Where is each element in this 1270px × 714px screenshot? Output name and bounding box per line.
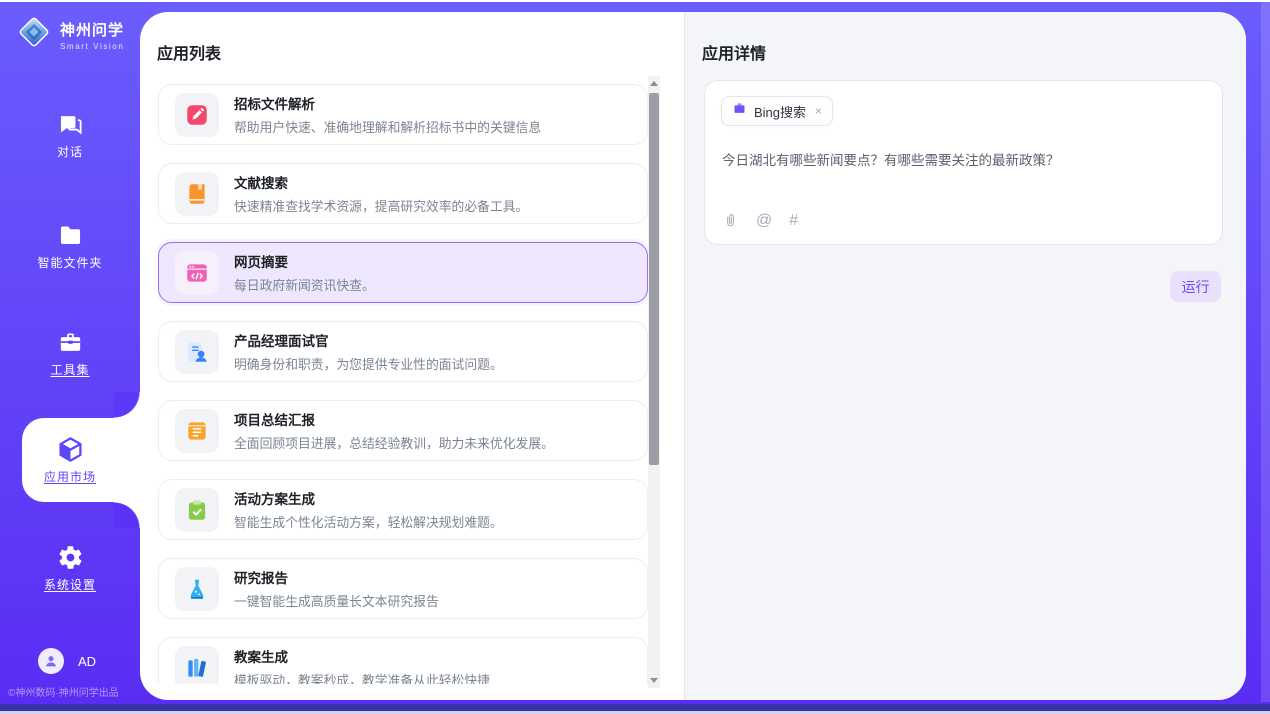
app-list-pane: 应用列表 招标文件解析帮助用户快速、准确地理解和解析招标书中的关键信息文献搜索快… xyxy=(140,12,684,700)
app-item-description: 帮助用户快速、准确地理解和解析招标书中的关键信息 xyxy=(234,117,541,136)
tool-chip-label: Bing搜索 xyxy=(754,102,806,121)
app-list-item[interactable]: 教案生成模板驱动，教案秒成，教学准备从此轻松快捷 xyxy=(158,637,648,684)
app-list-item[interactable]: 研究报告一键智能生成高质量长文本研究报告 xyxy=(158,558,648,619)
query-text[interactable]: 今日湖北有哪些新闻要点？有哪些需要关注的最新政策？ xyxy=(722,151,1202,171)
app-item-description: 全面回顾项目进展，总结经验教训，助力未来优化发展。 xyxy=(234,433,554,452)
app-item-description: 一键智能生成高质量长文本研究报告 xyxy=(234,591,439,610)
sidebar: 神州问学 Smart Vision 对话智能文件夹工具集应用市场系统设置 AD … xyxy=(0,0,140,714)
sidebar-item-tools[interactable]: 工具集 xyxy=(0,328,140,394)
app-list-item[interactable]: 文献搜索快速精准查找学术资源，提高研究效率的必备工具。 xyxy=(158,163,648,224)
avatar xyxy=(38,648,64,674)
sidebar-item-settings[interactable]: 系统设置 xyxy=(0,543,140,609)
sidebar-item-label: 系统设置 xyxy=(44,576,96,593)
app-list-item[interactable]: 招标文件解析帮助用户快速、准确地理解和解析招标书中的关键信息 xyxy=(158,84,648,145)
books-icon xyxy=(175,646,219,685)
sidebar-item-market[interactable]: 应用市场 xyxy=(0,435,140,501)
gear-icon xyxy=(57,543,84,571)
app-item-description: 明确身份和职责，为您提供专业性的面试问题。 xyxy=(234,354,503,373)
browser-icon xyxy=(175,251,219,295)
sidebar-item-label: 工具集 xyxy=(50,361,89,378)
app-list-item[interactable]: 项目总结汇报全面回顾项目进展，总结经验教训，助力未来优化发展。 xyxy=(158,400,648,461)
app-item-description: 快速精准查找学术资源，提高研究效率的必备工具。 xyxy=(234,196,528,215)
mention-icon[interactable]: @ xyxy=(756,213,772,229)
report-note-icon xyxy=(175,409,219,453)
app-list-item[interactable]: 产品经理面试官明确身份和职责，为您提供专业性的面试问题。 xyxy=(158,321,648,382)
sidebar-item-label: 智能文件夹 xyxy=(37,254,102,271)
briefcase-icon xyxy=(732,101,747,121)
run-button[interactable]: 运行 xyxy=(1170,271,1221,302)
app-item-title: 活动方案生成 xyxy=(234,488,503,508)
sidebar-item-label: 对话 xyxy=(57,143,83,160)
hash-icon[interactable]: # xyxy=(789,213,798,229)
bottom-dark-strip xyxy=(0,704,1270,711)
app-item-description: 模板驱动，教案秒成，教学准备从此轻松快捷 xyxy=(234,670,490,684)
app-item-description: 每日政府新闻资讯快查。 xyxy=(234,275,375,294)
scrollbar-thumb[interactable] xyxy=(649,93,659,465)
app-item-title: 教案生成 xyxy=(234,646,490,666)
app-item-title: 产品经理面试官 xyxy=(234,330,503,350)
tool-chip[interactable]: Bing搜索 × xyxy=(721,96,833,126)
app-item-description: 智能生成个性化活动方案，轻松解决规划难题。 xyxy=(234,512,503,531)
scrollbar-up-icon[interactable] xyxy=(650,81,658,86)
attachment-icon[interactable] xyxy=(722,212,739,229)
research-icon xyxy=(175,567,219,611)
sidebar-item-folders[interactable]: 智能文件夹 xyxy=(0,221,140,287)
close-icon[interactable]: × xyxy=(815,104,822,118)
content-panel: 应用列表 招标文件解析帮助用户快速、准确地理解和解析招标书中的关键信息文献搜索快… xyxy=(140,12,1246,700)
app-item-title: 项目总结汇报 xyxy=(234,409,554,429)
top-edge-line xyxy=(0,0,1270,2)
app-item-title: 网页摘要 xyxy=(234,251,375,271)
sidebar-item-label: 应用市场 xyxy=(44,468,96,485)
toolbox-icon xyxy=(57,328,84,356)
app-list-item[interactable]: 网页摘要每日政府新闻资讯快查。 xyxy=(158,242,648,303)
app-window: 神州问学 Smart Vision 对话智能文件夹工具集应用市场系统设置 AD … xyxy=(0,0,1270,714)
brand-name: 神州问学 xyxy=(60,19,124,40)
brand-logo: 神州问学 Smart Vision xyxy=(15,13,124,56)
user-initials: AD xyxy=(78,654,96,669)
app-item-title: 研究报告 xyxy=(234,567,439,587)
clipboard-check-icon xyxy=(175,488,219,532)
app-list: 招标文件解析帮助用户快速、准确地理解和解析招标书中的关键信息文献搜索快速精准查找… xyxy=(158,84,648,684)
copyright-text: ©神州数码·神州问学出品 xyxy=(8,684,140,699)
chat-icon xyxy=(57,110,84,138)
app-list-title: 应用列表 xyxy=(157,40,221,64)
scrollbar-down-icon[interactable] xyxy=(650,678,658,683)
app-list-item[interactable]: 活动方案生成智能生成个性化活动方案，轻松解决规划难题。 xyxy=(158,479,648,540)
folder-icon xyxy=(57,221,84,249)
sidebar-item-chat[interactable]: 对话 xyxy=(0,110,140,176)
composer-toolbar: @# xyxy=(722,212,798,229)
interviewer-icon xyxy=(175,330,219,374)
app-detail-title: 应用详情 xyxy=(702,40,766,64)
right-edge-strip xyxy=(1261,2,1270,702)
app-detail-pane: 应用详情 Bing搜索 × 今日湖北有哪些新闻要点？有哪些需要关注的最新政策？ … xyxy=(684,12,1246,700)
app-list-scrollbar[interactable] xyxy=(648,76,660,688)
composer-card[interactable]: Bing搜索 × 今日湖北有哪些新闻要点？有哪些需要关注的最新政策？ @# xyxy=(704,80,1223,245)
edit-doc-icon xyxy=(175,93,219,137)
cube-icon xyxy=(56,435,85,463)
brand-subtitle: Smart Vision xyxy=(60,42,124,51)
brand-diamond-icon xyxy=(15,13,53,56)
app-item-title: 招标文件解析 xyxy=(234,93,541,113)
book-icon xyxy=(175,172,219,216)
user-profile[interactable]: AD xyxy=(38,648,96,674)
app-item-title: 文献搜索 xyxy=(234,172,528,192)
